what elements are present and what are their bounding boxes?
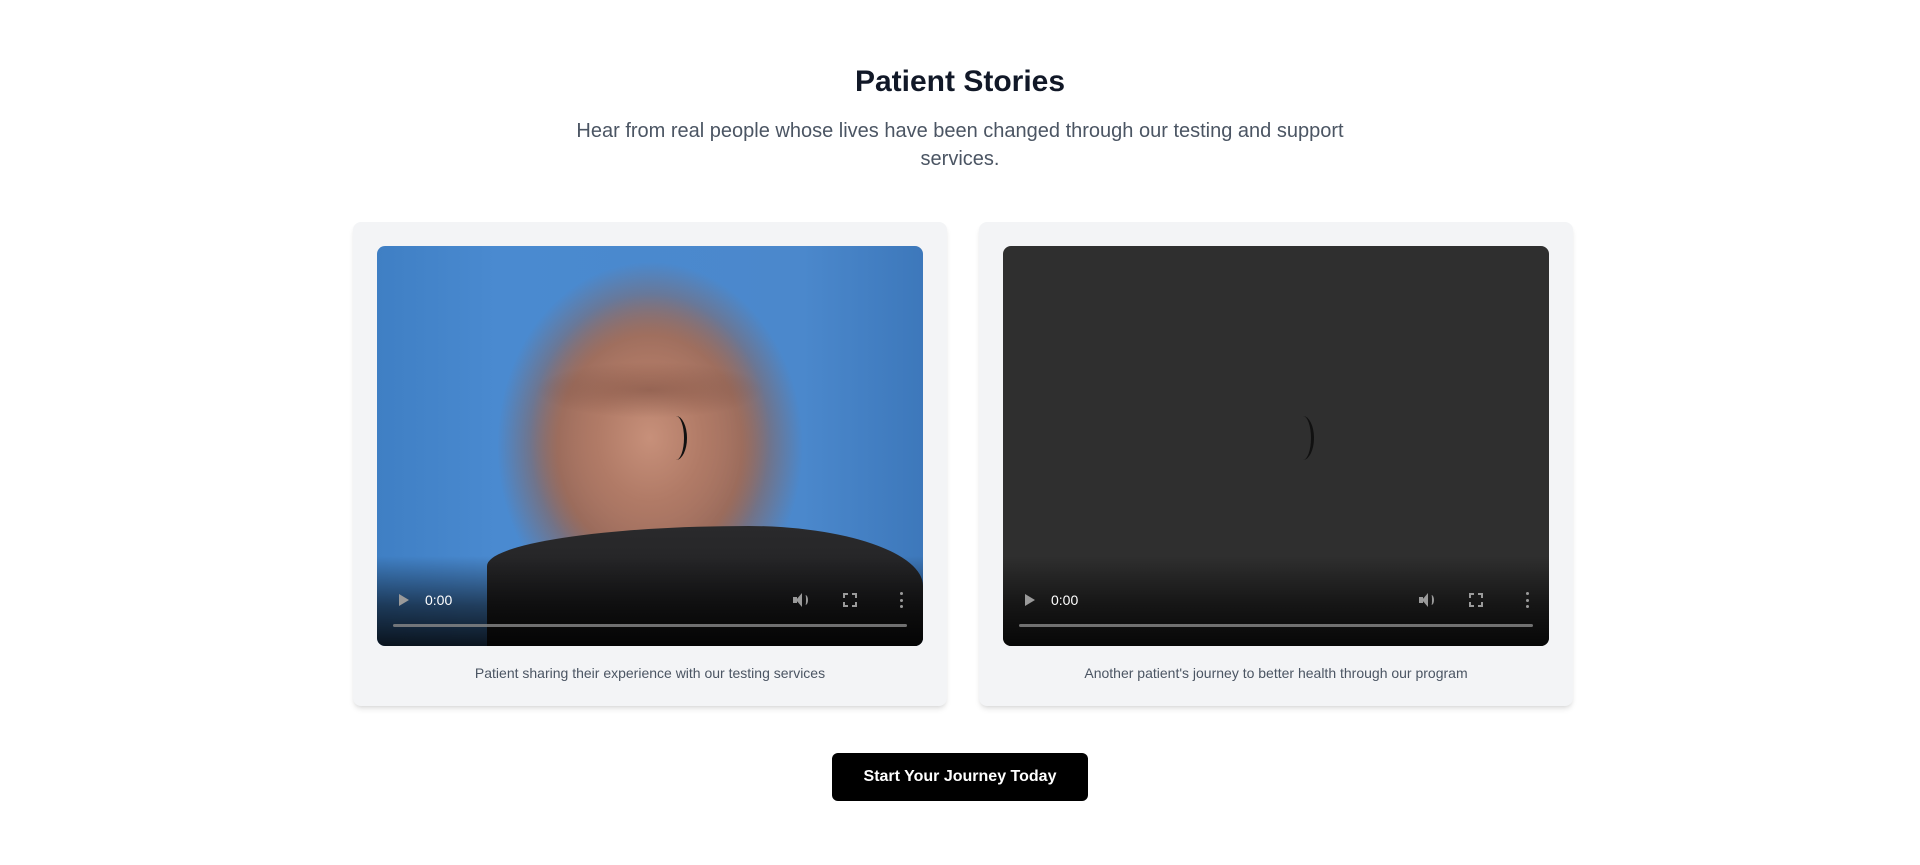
video-progress-bar[interactable] [1019, 624, 1533, 627]
video-card-2: 0:00 Another patient's journey to better… [979, 222, 1573, 706]
play-icon[interactable] [399, 594, 409, 606]
video-card-1: 0:00 Patient sharing their experience wi… [353, 222, 947, 706]
loading-spinner-icon [665, 416, 687, 460]
loading-spinner-icon [1292, 416, 1314, 460]
video-time: 0:00 [425, 592, 453, 608]
video-player-2[interactable]: 0:00 [1003, 246, 1549, 646]
more-options-icon[interactable] [1525, 592, 1529, 608]
play-icon[interactable] [1025, 594, 1035, 606]
section-title: Patient Stories [854, 65, 1066, 98]
more-options-icon[interactable] [899, 592, 903, 608]
volume-icon[interactable] [1419, 592, 1435, 608]
video-controls: 0:00 [377, 556, 923, 646]
video-player-1[interactable]: 0:00 [377, 246, 923, 646]
fullscreen-icon[interactable] [843, 593, 857, 607]
volume-icon[interactable] [793, 592, 809, 608]
start-journey-button[interactable]: Start Your Journey Today [832, 753, 1088, 801]
fullscreen-icon[interactable] [1469, 593, 1483, 607]
video-controls: 0:00 [1003, 556, 1549, 646]
video-time: 0:00 [1051, 592, 1079, 608]
video-caption: Another patient's journey to better heal… [1084, 665, 1468, 681]
patient-stories-section: Patient Stories Hear from real people wh… [0, 0, 1920, 865]
video-progress-bar[interactable] [393, 624, 907, 627]
video-caption: Patient sharing their experience with ou… [474, 665, 826, 681]
section-subtitle: Hear from real people whose lives have b… [576, 120, 1344, 170]
